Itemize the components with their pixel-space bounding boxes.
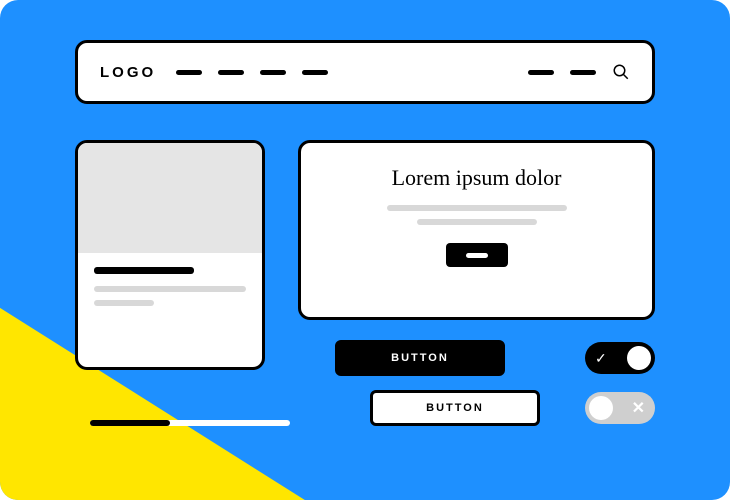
card-text-line	[94, 286, 246, 292]
nav-links-right	[528, 63, 630, 81]
toggle-on[interactable]: ✓	[585, 342, 655, 374]
nav-link[interactable]	[570, 70, 596, 75]
nav-link[interactable]	[176, 70, 202, 75]
card-title-placeholder	[94, 267, 194, 274]
nav-links-left	[176, 70, 528, 75]
hero-heading: Lorem ipsum dolor	[392, 165, 562, 191]
hero-text-line	[417, 219, 537, 225]
cta-label-placeholder	[466, 253, 488, 258]
navbar: LOGO	[75, 40, 655, 104]
card-text-line	[94, 300, 154, 306]
hero-text-line	[387, 205, 567, 211]
content-card[interactable]	[75, 140, 265, 370]
toggle-knob	[627, 346, 651, 370]
card-image-placeholder	[78, 143, 262, 253]
nav-link[interactable]	[260, 70, 286, 75]
button-label: BUTTON	[391, 352, 449, 364]
toggle-knob	[589, 396, 613, 420]
hero-cta-button[interactable]	[446, 243, 508, 267]
secondary-button[interactable]: BUTTON	[370, 390, 540, 426]
nav-link[interactable]	[218, 70, 244, 75]
search-icon[interactable]	[612, 63, 630, 81]
progress-bar[interactable]	[90, 420, 290, 426]
progress-fill	[90, 420, 170, 426]
primary-button[interactable]: BUTTON	[335, 340, 505, 376]
logo[interactable]: LOGO	[100, 64, 156, 81]
check-icon: ✓	[595, 350, 607, 367]
button-label: BUTTON	[426, 402, 484, 414]
nav-link[interactable]	[302, 70, 328, 75]
nav-link[interactable]	[528, 70, 554, 75]
close-icon: ✕	[632, 398, 645, 418]
hero-panel: Lorem ipsum dolor	[298, 140, 655, 320]
toggle-off[interactable]: ✕	[585, 392, 655, 424]
